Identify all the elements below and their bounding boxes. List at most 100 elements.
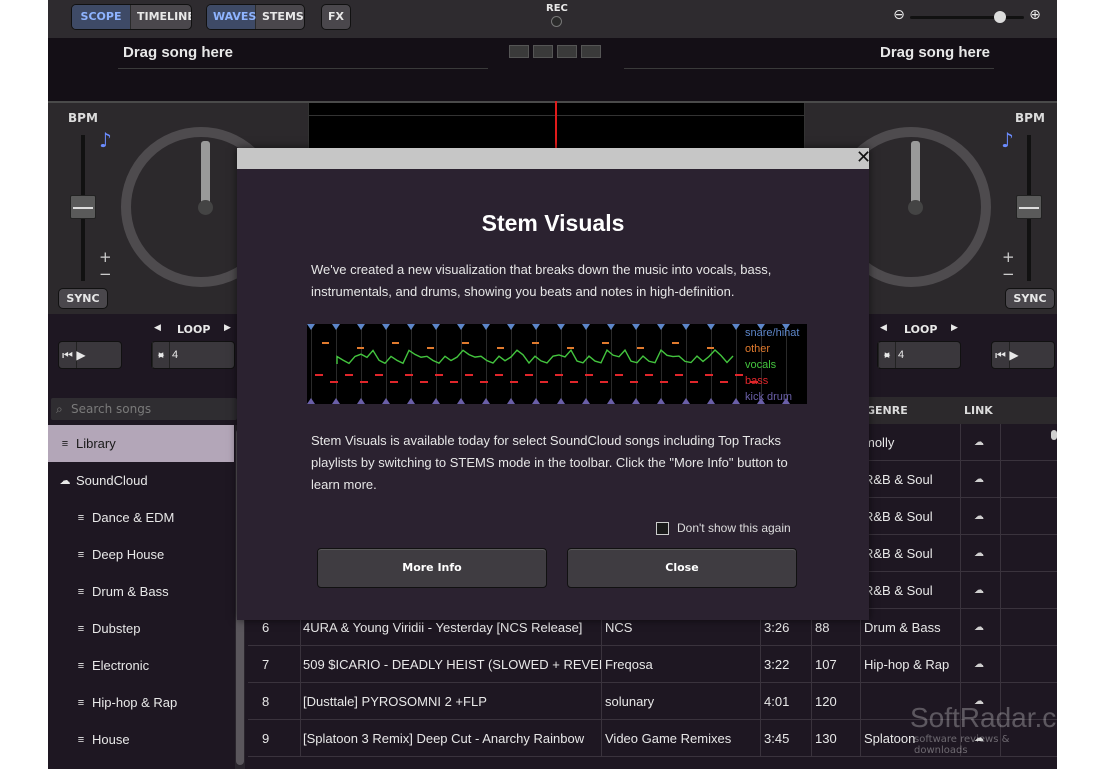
- snare-marker: [582, 324, 590, 330]
- cell-artist: Video Game Remixes: [605, 731, 732, 746]
- left-loop-prev-icon[interactable]: ◀: [154, 323, 161, 333]
- soundcloud-link-icon[interactable]: ☁: [974, 646, 994, 683]
- right-sync-button[interactable]: SYNC: [1005, 288, 1055, 309]
- timeline-tab[interactable]: TIMELINE: [131, 5, 191, 29]
- checkbox-box[interactable]: [656, 521, 669, 535]
- genre-column-header[interactable]: GENRE: [866, 404, 908, 417]
- soundcloud-link-icon[interactable]: ☁: [974, 572, 994, 609]
- snare-marker: [432, 324, 440, 330]
- table-scroll-thumb[interactable]: [1051, 430, 1057, 440]
- column-divider: [960, 535, 961, 572]
- link-column-header[interactable]: LINK: [964, 404, 993, 417]
- sidebar-item-house[interactable]: ≡ House: [48, 721, 234, 758]
- column-divider: [860, 720, 861, 757]
- right-loop-prev-icon[interactable]: ◀: [880, 323, 887, 333]
- cell-num: 8: [262, 694, 270, 709]
- column-divider: [300, 720, 301, 757]
- other-note: [707, 347, 714, 349]
- kick-marker: [532, 398, 540, 404]
- column-divider: [601, 646, 602, 683]
- snare-marker: [532, 324, 540, 330]
- close-button[interactable]: Close: [567, 548, 797, 588]
- sidebar-item-dance-edm[interactable]: ≡ Dance & EDM: [48, 499, 234, 536]
- bass-note: [420, 381, 428, 383]
- right-deck-drop-target[interactable]: Drag song here: [880, 44, 990, 61]
- zoom-slider[interactable]: [910, 16, 1024, 19]
- column-divider: [1000, 424, 1001, 461]
- more-info-button[interactable]: More Info: [317, 548, 547, 588]
- bass-note: [390, 381, 398, 383]
- right-play-icon[interactable]: ▶: [992, 342, 1036, 368]
- rec-button[interactable]: REC: [546, 3, 568, 27]
- left-play-icon[interactable]: ▶: [59, 342, 103, 368]
- soundcloud-link-icon[interactable]: ☁: [974, 424, 994, 461]
- beat-line: [636, 324, 637, 404]
- cell-time: 4:01: [764, 694, 790, 709]
- overview-slot[interactable]: [557, 45, 577, 58]
- left-loop-next-icon[interactable]: ▶: [224, 323, 231, 333]
- stem-preview-graphic: [307, 324, 790, 404]
- search-input[interactable]: ⌕ Search songs: [51, 398, 237, 420]
- beat-line: [736, 324, 737, 404]
- kick-marker: [407, 398, 415, 404]
- fx-button[interactable]: FX: [321, 4, 351, 30]
- soundcloud-link-icon[interactable]: ☁: [974, 535, 994, 572]
- dont-show-again-checkbox[interactable]: Don't show this again: [656, 521, 791, 535]
- right-jog-hub: [908, 200, 923, 215]
- other-note: [462, 342, 469, 344]
- beat-line: [686, 324, 687, 404]
- left-transport: ⏮ ▶: [58, 341, 122, 369]
- sidebar-item-dubstep[interactable]: ≡ Dubstep: [48, 610, 234, 647]
- column-divider: [300, 646, 301, 683]
- column-divider: [960, 572, 961, 609]
- sidebar-item-soundcloud[interactable]: ☁ SoundCloud: [48, 462, 234, 499]
- right-pitch-handle[interactable]: [1016, 195, 1042, 219]
- right-loop-increase-icon[interactable]: ▸: [878, 342, 896, 368]
- stems-tab[interactable]: STEMS: [256, 5, 304, 29]
- left-pitch-plus-icon[interactable]: +: [99, 250, 112, 265]
- search-icon: ⌕: [56, 402, 63, 416]
- zoom-out-icon[interactable]: ⊖: [891, 8, 907, 24]
- bass-note: [705, 374, 713, 376]
- sidebar-item-deep-house[interactable]: ≡ Deep House: [48, 536, 234, 573]
- right-pitch-plus-icon[interactable]: +: [1002, 250, 1015, 265]
- deck-overview-buttons: [509, 45, 601, 58]
- waves-tab[interactable]: WAVES: [207, 5, 256, 29]
- zoom-slider-thumb[interactable]: [994, 11, 1006, 23]
- right-pitch-minus-icon[interactable]: −: [1002, 267, 1015, 282]
- left-deck-drop-target[interactable]: Drag song here: [123, 44, 233, 61]
- snare-marker: [407, 324, 415, 330]
- right-track-divider: [624, 68, 994, 69]
- bass-note: [405, 374, 413, 376]
- scope-tab[interactable]: SCOPE: [72, 5, 131, 29]
- left-pitch-handle[interactable]: [70, 195, 96, 219]
- close-icon[interactable]: ✕: [856, 149, 871, 167]
- soundcloud-link-icon[interactable]: ☁: [974, 609, 994, 646]
- sidebar-item-drum-bass[interactable]: ≡ Drum & Bass: [48, 573, 234, 610]
- right-loop-next-icon[interactable]: ▶: [951, 323, 958, 333]
- kick-marker: [582, 398, 590, 404]
- sidebar-item-library[interactable]: ≡ Library: [48, 425, 234, 462]
- left-loop-control: ◂ 4 ▸: [151, 341, 235, 369]
- soundcloud-link-icon[interactable]: ☁: [974, 498, 994, 535]
- sidebar-item-hip-hop-rap[interactable]: ≡ Hip-hop & Rap: [48, 684, 234, 721]
- soundcloud-link-icon[interactable]: ☁: [974, 461, 994, 498]
- sidebar-item-label: House: [92, 732, 130, 747]
- table-row[interactable]: 7 509 $ICARIO - DEADLY HEIST (SLOWED + RE…: [248, 646, 1057, 683]
- bass-note: [690, 381, 698, 383]
- left-sync-button[interactable]: SYNC: [58, 288, 108, 309]
- other-note: [672, 342, 679, 344]
- bass-note: [330, 381, 338, 383]
- other-note: [602, 342, 609, 344]
- overview-slot[interactable]: [533, 45, 553, 58]
- bass-note: [540, 381, 548, 383]
- dialog-body-text: Stem Visuals is available today for sele…: [311, 433, 788, 492]
- sidebar-item-electronic[interactable]: ≡ Electronic: [48, 647, 234, 684]
- zoom-in-icon[interactable]: ⊕: [1027, 8, 1043, 24]
- overview-slot[interactable]: [509, 45, 529, 58]
- left-loop-increase-icon[interactable]: ▸: [152, 342, 170, 368]
- overview-slot[interactable]: [581, 45, 601, 58]
- bass-note: [465, 374, 473, 376]
- left-pitch-minus-icon[interactable]: −: [99, 267, 112, 282]
- sidebar-item-label: Dubstep: [92, 621, 141, 636]
